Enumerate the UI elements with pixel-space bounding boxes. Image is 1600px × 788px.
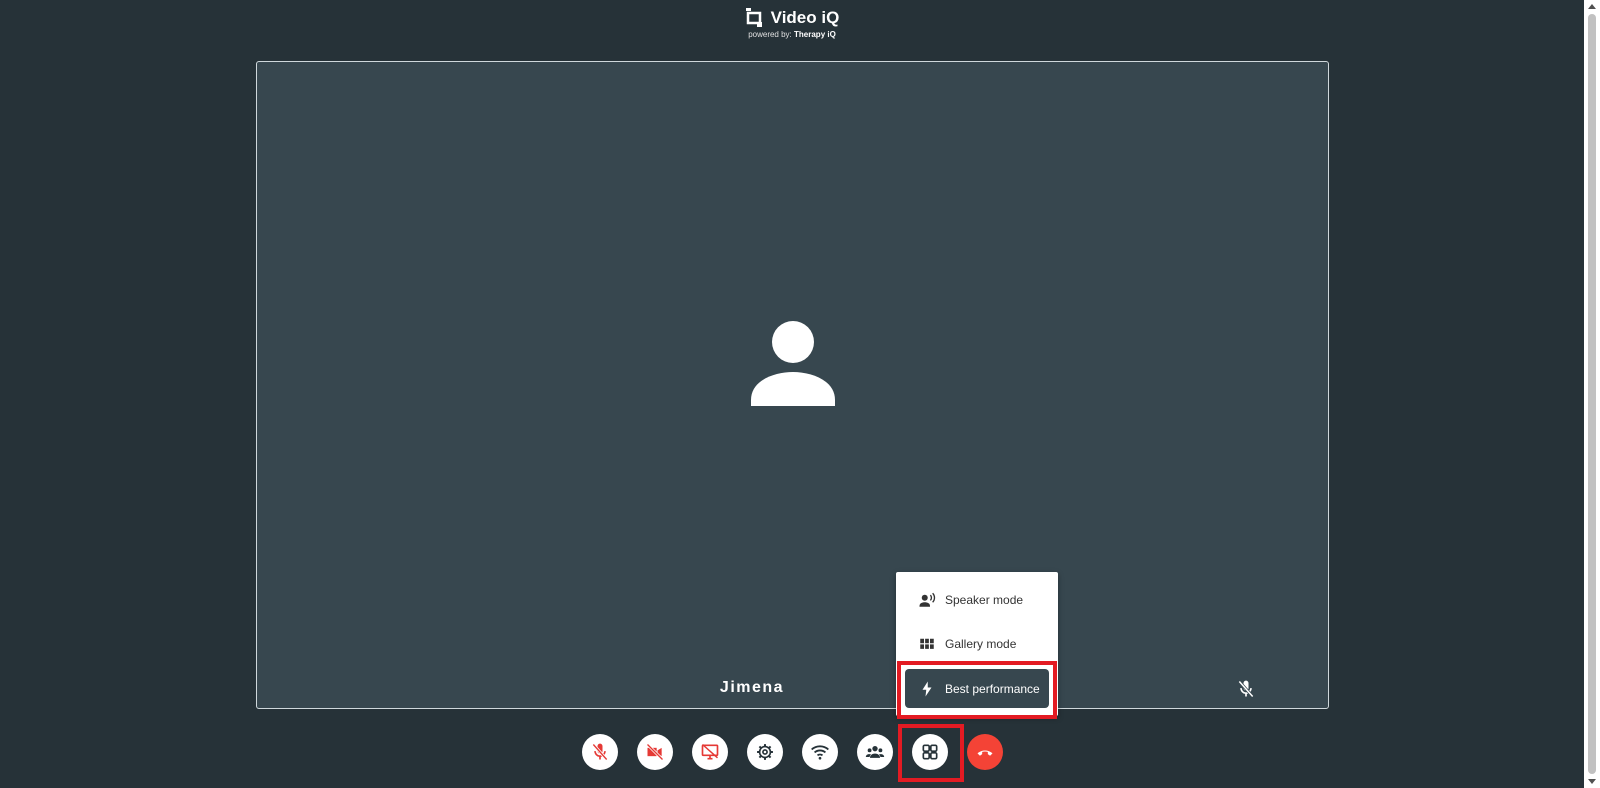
app-header: Video iQ powered by: Therapy iQ [0,8,1584,39]
mic-off-icon [592,743,608,761]
layout-button[interactable] [912,734,948,770]
end-call-button[interactable] [967,734,1003,770]
powered-by-brand: Therapy iQ [794,30,836,39]
wifi-icon [811,745,829,760]
page-scrollbar[interactable] [1584,0,1600,788]
mic-off-icon [1238,680,1254,698]
network-button[interactable] [802,734,838,770]
grid-icon [920,638,934,649]
person-icon [751,321,835,406]
participants-button[interactable] [857,734,893,770]
mute-button[interactable] [582,734,618,770]
scroll-up-arrow-icon[interactable] [1588,4,1596,9]
scroll-thumb[interactable] [1588,14,1596,774]
layout-menu: Speaker mode Gallery mode Best performan… [896,572,1058,716]
lightning-icon [922,681,932,696]
settings-button[interactable] [747,734,783,770]
screen-share-off-icon [701,743,719,760]
speaker-mode-icon [919,592,936,607]
screen-share-button[interactable] [692,734,728,770]
layout-grid-icon [922,744,938,760]
menu-item-label: Best performance [945,681,1040,696]
brand-row: Video iQ [0,8,1584,28]
participants-icon [865,746,885,758]
app-title: Video iQ [770,8,840,27]
menu-item-best-performance[interactable]: Best performance [905,669,1049,708]
call-toolbar [582,734,1006,770]
menu-item-label: Speaker mode [945,593,1024,607]
video-toggle-button[interactable] [637,734,673,770]
video-iq-logo-icon [745,8,762,27]
end-call-icon [977,750,993,756]
menu-item-gallery-mode[interactable]: Gallery mode [896,624,1058,664]
video-off-icon [646,743,664,761]
scroll-down-arrow-icon[interactable] [1588,779,1596,784]
participant-name: Jimena [719,679,785,696]
powered-by-prefix: powered by: [748,30,792,39]
video-tile: Jimena [256,61,1329,709]
powered-by: powered by: Therapy iQ [0,30,1584,39]
menu-item-speaker-mode[interactable]: Speaker mode [896,580,1058,620]
menu-item-label: Gallery mode [945,637,1017,651]
gear-icon [757,744,773,760]
